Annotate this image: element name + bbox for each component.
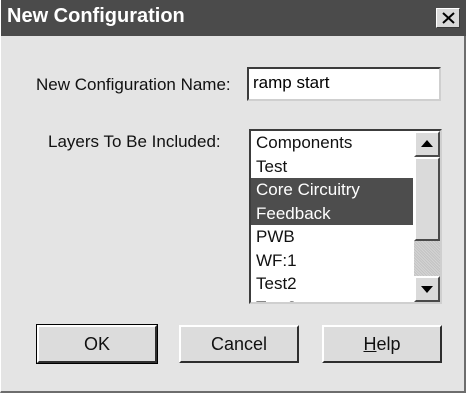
scroll-down-button[interactable] bbox=[414, 276, 440, 302]
help-button[interactable]: Help bbox=[322, 325, 442, 363]
layer-list-item[interactable]: Test2 bbox=[251, 272, 413, 296]
layer-list-item[interactable]: Components bbox=[251, 131, 413, 155]
scroll-thumb[interactable] bbox=[414, 157, 440, 241]
close-icon bbox=[442, 12, 455, 24]
layer-list-item[interactable]: Test3 bbox=[251, 296, 413, 303]
layers-list-items: Components Test Core Circuitry Feedback PWB W… bbox=[251, 131, 413, 303]
configuration-name-input[interactable] bbox=[247, 67, 441, 101]
scroll-up-button[interactable] bbox=[414, 131, 440, 157]
help-label-rest: elp bbox=[376, 333, 401, 354]
layer-list-item[interactable]: Feedback bbox=[251, 201, 413, 225]
layers-label: Layers To Be Included: bbox=[48, 132, 221, 151]
configuration-name-label: New Configuration Name: bbox=[36, 75, 231, 94]
new-configuration-dialog: New Configuration New Configuration Name… bbox=[0, 0, 466, 393]
layer-list-item[interactable]: Core Circuitry bbox=[251, 178, 413, 202]
layer-list-item[interactable]: PWB bbox=[251, 225, 413, 249]
layers-listbox[interactable]: Components Test Core Circuitry Feedback PWB W… bbox=[249, 129, 442, 304]
arrow-up-icon bbox=[421, 140, 433, 147]
arrow-down-icon bbox=[421, 286, 433, 293]
layer-list-item[interactable]: Test bbox=[251, 155, 413, 179]
layer-list-item[interactable]: WF:1 bbox=[251, 249, 413, 273]
ok-button[interactable]: OK bbox=[36, 324, 158, 364]
cancel-button[interactable]: Cancel bbox=[179, 325, 299, 363]
title-bar[interactable]: New Configuration bbox=[1, 0, 466, 36]
help-mnemonic: H bbox=[363, 333, 377, 354]
window-title: New Configuration bbox=[7, 5, 185, 27]
close-button[interactable] bbox=[436, 8, 460, 28]
layers-scrollbar[interactable] bbox=[414, 131, 440, 302]
